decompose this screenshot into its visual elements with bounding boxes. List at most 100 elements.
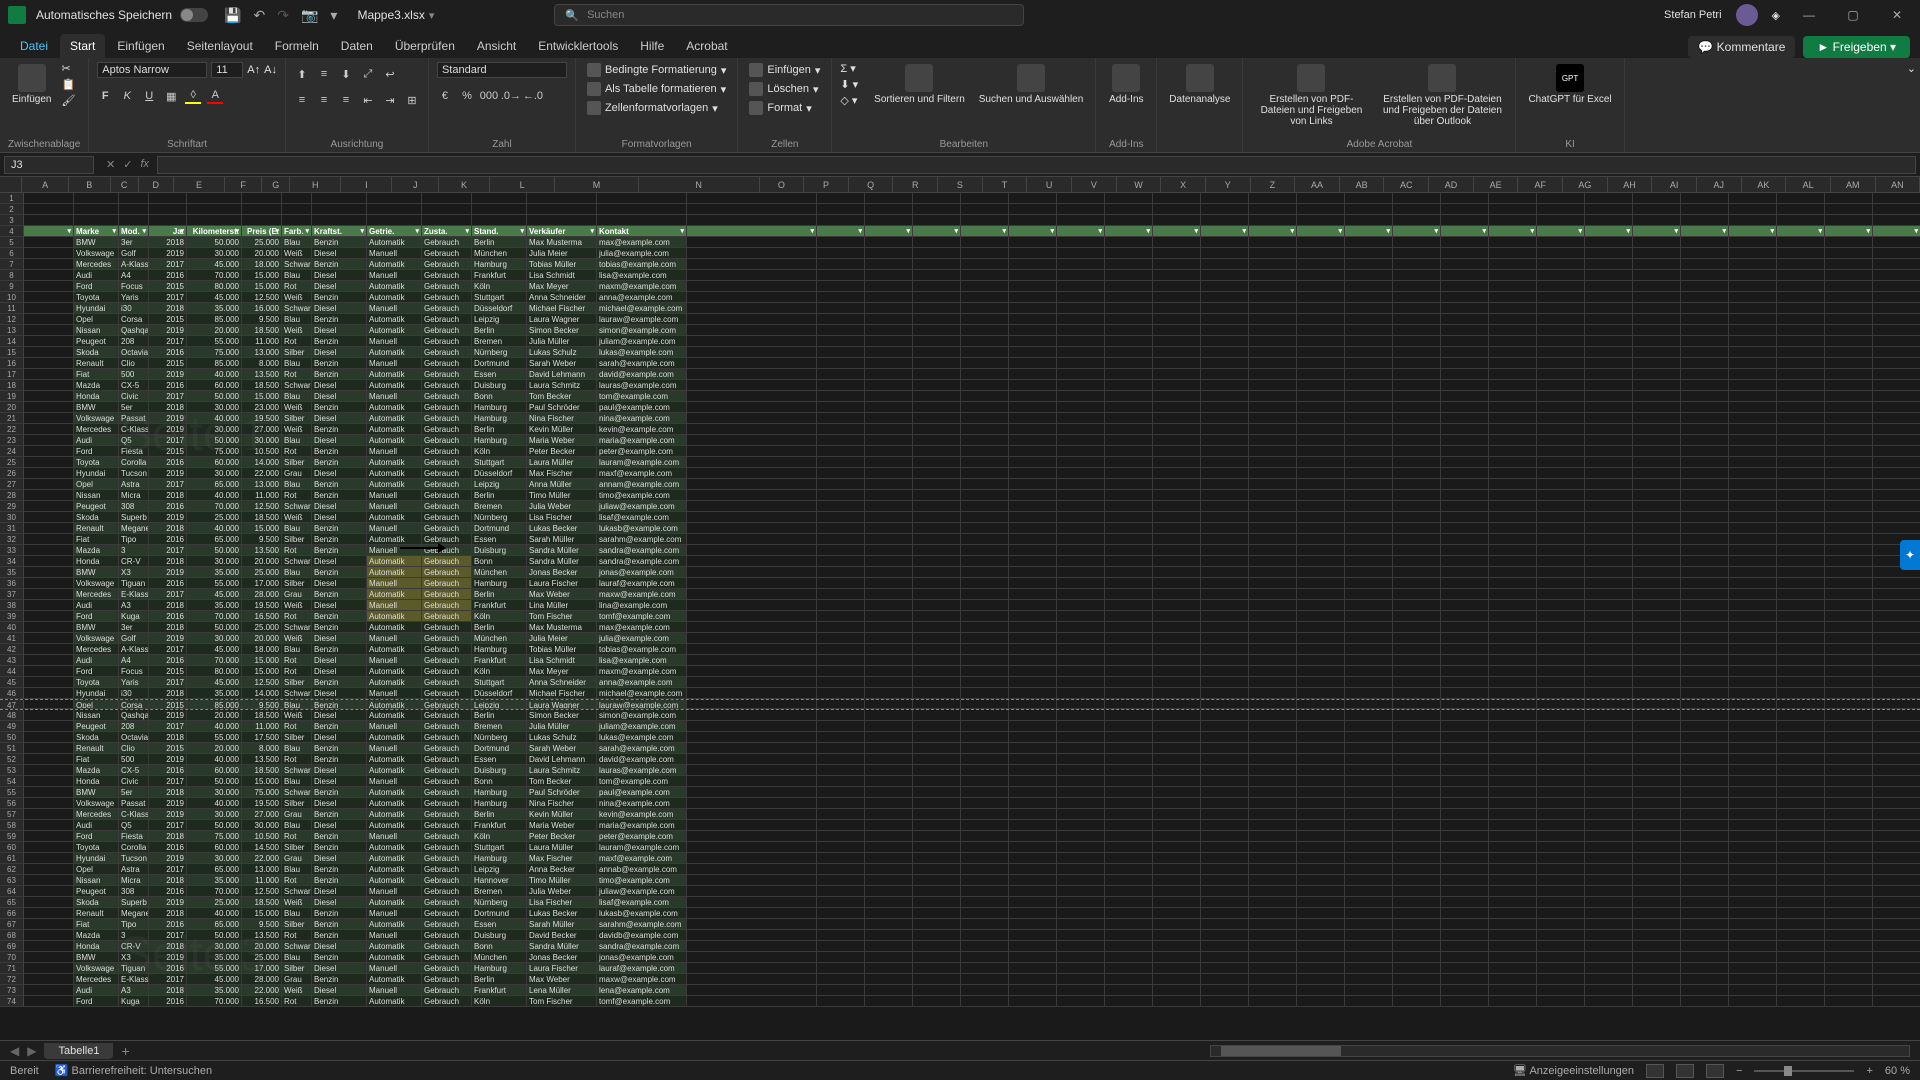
cell[interactable] xyxy=(24,534,74,545)
cell[interactable]: Diesel xyxy=(312,853,367,864)
cell[interactable] xyxy=(1153,490,1201,501)
cell[interactable] xyxy=(1777,666,1825,677)
cell[interactable]: Köln xyxy=(472,611,527,622)
cell[interactable] xyxy=(1873,292,1920,303)
cell[interactable] xyxy=(865,215,913,226)
cell[interactable] xyxy=(1633,237,1681,248)
cell[interactable] xyxy=(961,446,1009,457)
cell[interactable] xyxy=(24,457,74,468)
cell[interactable] xyxy=(913,215,961,226)
cell[interactable] xyxy=(1057,820,1105,831)
cell[interactable] xyxy=(1009,402,1057,413)
cell[interactable] xyxy=(961,325,1009,336)
cell[interactable]: Bonn xyxy=(472,391,527,402)
cell[interactable] xyxy=(1153,941,1201,952)
cell[interactable] xyxy=(1489,215,1537,226)
cell[interactable] xyxy=(24,336,74,347)
cell[interactable]: Silber xyxy=(282,578,312,589)
cell[interactable]: Köln xyxy=(472,446,527,457)
cell[interactable] xyxy=(1153,853,1201,864)
cell[interactable]: Frankfurt xyxy=(472,600,527,611)
cell[interactable] xyxy=(1633,886,1681,897)
cell[interactable] xyxy=(1393,963,1441,974)
cell[interactable]: 20.000 xyxy=(187,325,242,336)
cell[interactable] xyxy=(1537,952,1585,963)
cell[interactable] xyxy=(1441,347,1489,358)
cell[interactable] xyxy=(865,677,913,688)
cell[interactable] xyxy=(1729,754,1777,765)
cell[interactable] xyxy=(24,765,74,776)
cell[interactable]: maxf@example.com xyxy=(597,853,687,864)
cell[interactable]: 3 xyxy=(119,930,149,941)
cell[interactable]: David Lehmann xyxy=(527,754,597,765)
cell[interactable] xyxy=(1825,600,1873,611)
cell[interactable] xyxy=(1105,204,1153,215)
cell[interactable] xyxy=(1105,523,1153,534)
cell[interactable] xyxy=(817,700,865,709)
cell[interactable] xyxy=(1825,963,1873,974)
cell[interactable]: Benzin xyxy=(312,237,367,248)
cell[interactable] xyxy=(1249,358,1297,369)
cell[interactable] xyxy=(1057,952,1105,963)
cell[interactable] xyxy=(961,556,1009,567)
cell[interactable] xyxy=(1249,700,1297,709)
cell[interactable] xyxy=(1777,919,1825,930)
cell[interactable]: jonas@example.com xyxy=(597,952,687,963)
cell[interactable] xyxy=(1345,908,1393,919)
cell[interactable] xyxy=(1633,787,1681,798)
cell[interactable] xyxy=(1585,248,1633,259)
cell[interactable] xyxy=(1057,875,1105,886)
cell[interactable] xyxy=(1489,886,1537,897)
cell[interactable]: Lisa Fischer xyxy=(527,897,597,908)
cell[interactable] xyxy=(1441,633,1489,644)
cell[interactable]: 2018 xyxy=(149,237,187,248)
cell[interactable] xyxy=(1393,677,1441,688)
cell[interactable] xyxy=(1873,930,1920,941)
cell[interactable]: Gebrauch xyxy=(422,666,472,677)
cell[interactable] xyxy=(1633,688,1681,699)
cell[interactable] xyxy=(1153,457,1201,468)
cell[interactable] xyxy=(1153,842,1201,853)
cell[interactable] xyxy=(1585,446,1633,457)
cell[interactable] xyxy=(913,578,961,589)
cell[interactable] xyxy=(687,281,817,292)
tab-acrobat[interactable]: Acrobat xyxy=(676,34,737,58)
cell[interactable] xyxy=(1201,512,1249,523)
cell[interactable] xyxy=(1393,270,1441,281)
cell[interactable] xyxy=(1729,897,1777,908)
cell[interactable] xyxy=(1297,501,1345,512)
data-analysis-button[interactable]: Datenanalyse xyxy=(1165,62,1234,107)
cell[interactable]: 20.000 xyxy=(187,710,242,721)
cell[interactable] xyxy=(1681,853,1729,864)
cell[interactable]: 2018 xyxy=(149,732,187,743)
cell[interactable] xyxy=(1825,633,1873,644)
cell[interactable] xyxy=(1105,787,1153,798)
cell[interactable] xyxy=(1777,842,1825,853)
cell[interactable]: Gebrauch xyxy=(422,952,472,963)
cell[interactable] xyxy=(1777,501,1825,512)
cell[interactable] xyxy=(1153,875,1201,886)
cell[interactable]: Gebrauch xyxy=(422,853,472,864)
cell[interactable] xyxy=(961,490,1009,501)
cell[interactable] xyxy=(687,325,817,336)
cell[interactable]: Manuell xyxy=(367,743,422,754)
cell[interactable]: Benzin xyxy=(312,402,367,413)
cell[interactable]: lisa@example.com xyxy=(597,270,687,281)
cell[interactable]: Silber xyxy=(282,919,312,930)
cell[interactable] xyxy=(1537,644,1585,655)
cell[interactable] xyxy=(913,424,961,435)
cell[interactable] xyxy=(367,204,422,215)
cell[interactable] xyxy=(1729,842,1777,853)
cell[interactable] xyxy=(1345,919,1393,930)
cell[interactable] xyxy=(1585,457,1633,468)
cell[interactable] xyxy=(1153,798,1201,809)
cell[interactable] xyxy=(913,292,961,303)
cell[interactable] xyxy=(1633,446,1681,457)
cell[interactable] xyxy=(817,996,865,1007)
cell[interactable] xyxy=(817,600,865,611)
cell[interactable] xyxy=(24,700,74,709)
close-button[interactable]: ✕ xyxy=(1882,8,1912,22)
cell[interactable] xyxy=(1201,809,1249,820)
cell[interactable] xyxy=(1729,534,1777,545)
cell[interactable] xyxy=(1681,424,1729,435)
